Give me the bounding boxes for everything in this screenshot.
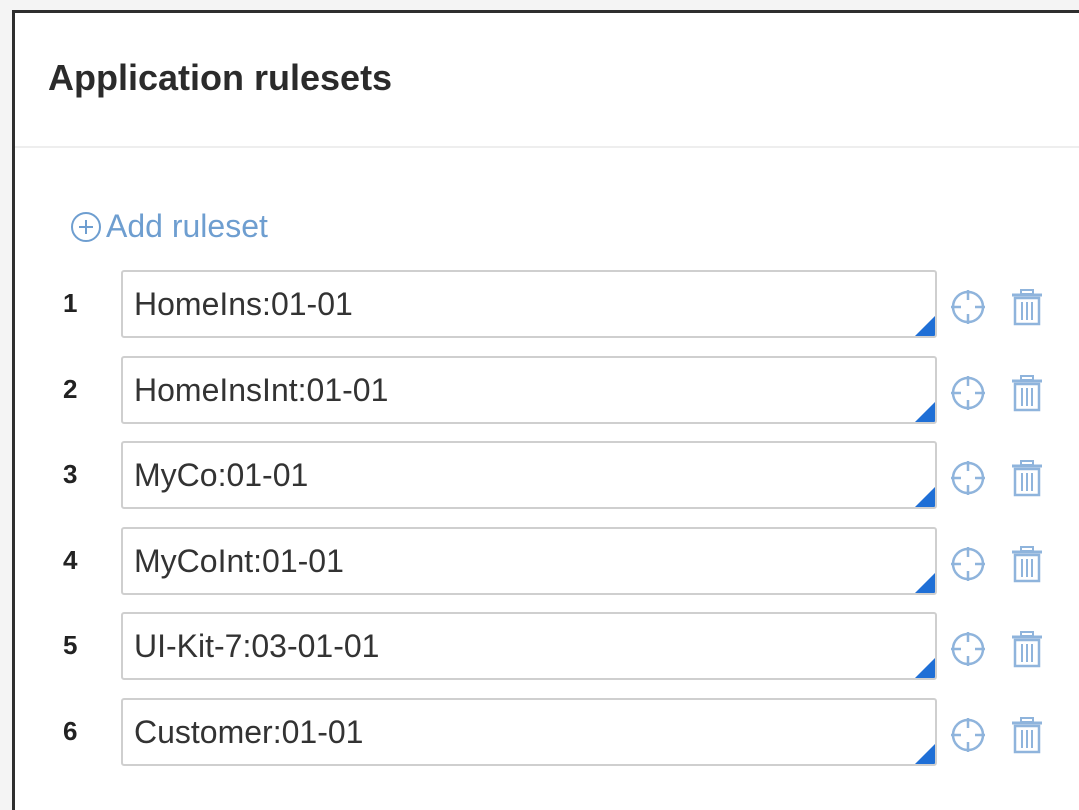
trash-icon[interactable] <box>1007 458 1047 498</box>
crosshair-icon[interactable] <box>948 715 988 755</box>
ruleset-row: 2 HomeInsInt:01-01 <box>15 355 1075 426</box>
crosshair-icon[interactable] <box>948 544 988 584</box>
application-rulesets-panel: Application rulesets Add ruleset 1 HomeI… <box>12 10 1079 810</box>
ruleset-row-number: 3 <box>63 459 78 489</box>
corner-triangle-icon[interactable] <box>915 316 935 336</box>
add-ruleset-label: Add ruleset <box>106 208 268 244</box>
ruleset-input[interactable]: Customer:01-01 <box>121 697 937 766</box>
trash-icon[interactable] <box>1007 287 1047 327</box>
ruleset-input[interactable]: MyCoInt:01-01 <box>121 526 937 595</box>
ruleset-input-value: UI-Kit-7:03-01-01 <box>134 628 380 664</box>
crosshair-icon[interactable] <box>948 373 988 413</box>
panel-title: Application rulesets <box>48 57 393 98</box>
crosshair-icon[interactable] <box>948 287 988 327</box>
ruleset-input[interactable]: HomeIns:01-01 <box>121 270 937 338</box>
panel-header: Application rulesets <box>15 13 1079 148</box>
ruleset-input-value: Customer:01-01 <box>134 713 364 750</box>
ruleset-input-value: MyCoInt:01-01 <box>134 542 344 579</box>
trash-icon[interactable] <box>1007 373 1047 413</box>
ruleset-row: 4 MyCoInt:01-01 <box>15 526 1075 597</box>
ruleset-row-number: 4 <box>63 544 78 575</box>
ruleset-row: 6 Customer:01-01 <box>15 697 1075 768</box>
ruleset-input[interactable]: UI-Kit-7:03-01-01 <box>121 612 937 680</box>
ruleset-row-number: 1 <box>63 288 78 318</box>
ruleset-row-number: 5 <box>63 630 78 660</box>
ruleset-row-number: 6 <box>63 715 78 746</box>
ruleset-row: 3 MyCo:01-01 <box>15 441 1075 511</box>
ruleset-list: 1 HomeIns:01-01 2 HomeInsInt:01-01 3 MyC… <box>15 270 1075 783</box>
ruleset-input-value: HomeInsInt:01-01 <box>134 371 389 408</box>
crosshair-icon[interactable] <box>948 629 988 669</box>
crosshair-icon[interactable] <box>948 458 988 498</box>
trash-icon[interactable] <box>1007 715 1047 755</box>
trash-icon[interactable] <box>1007 629 1047 669</box>
corner-triangle-icon[interactable] <box>915 487 935 507</box>
ruleset-row-number: 2 <box>63 373 78 404</box>
ruleset-input[interactable]: MyCo:01-01 <box>121 441 937 509</box>
ruleset-input-value: HomeIns:01-01 <box>134 286 353 322</box>
ruleset-input[interactable]: HomeInsInt:01-01 <box>121 355 937 424</box>
trash-icon[interactable] <box>1007 544 1047 584</box>
ruleset-input-value: MyCo:01-01 <box>134 457 309 493</box>
add-ruleset-link[interactable]: Add ruleset <box>70 208 268 245</box>
corner-triangle-icon[interactable] <box>915 401 935 422</box>
corner-triangle-icon[interactable] <box>915 572 935 593</box>
ruleset-row: 1 HomeIns:01-01 <box>15 270 1075 340</box>
plus-circle-icon <box>71 211 101 242</box>
ruleset-row: 5 UI-Kit-7:03-01-01 <box>15 612 1075 682</box>
corner-triangle-icon[interactable] <box>915 743 935 764</box>
corner-triangle-icon[interactable] <box>915 658 935 678</box>
